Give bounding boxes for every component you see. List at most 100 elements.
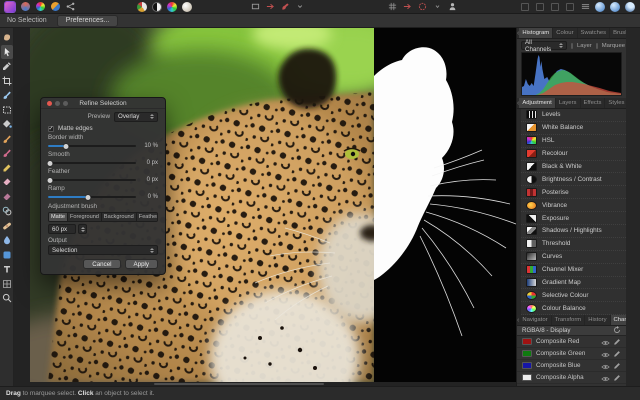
tone-mapping-persona-icon[interactable] [50,2,60,12]
apply-button[interactable]: Apply [125,259,158,269]
pixel-tool[interactable] [1,161,13,175]
quick-mask-icon[interactable] [417,2,427,12]
adjustment-item-recolour[interactable]: Recolour [521,148,626,161]
tab-histogram[interactable]: Histogram [519,28,553,38]
move-tool[interactable] [1,45,13,59]
arrange-back-icon[interactable] [520,2,530,12]
auto-contrast-icon[interactable] [152,2,162,12]
auto-levels-icon[interactable] [137,2,147,12]
brush-mode-background[interactable]: Background [102,213,137,221]
rotate-right-icon[interactable] [265,2,275,12]
horizontal-scrollbar[interactable] [154,383,324,385]
dialog-titlebar[interactable]: Refine Selection [41,98,165,109]
erase-brush-tool[interactable] [1,175,13,189]
brush-mode-feather[interactable]: Feather [137,213,158,221]
adjustment-item-channel-mixer[interactable]: Channel Mixer [521,264,626,277]
export-persona-icon[interactable] [65,2,75,12]
brush-size-field[interactable]: 60 px [48,224,76,234]
tab-colour[interactable]: Colour [553,28,577,38]
crop-tool[interactable] [1,74,13,88]
adjustment-item-white-balance[interactable]: White Balance [521,122,626,135]
clone-brush-tool[interactable] [1,204,13,218]
background-erase-tool[interactable] [1,190,13,204]
slider-track[interactable] [48,162,136,164]
tab-channels[interactable]: Channels [611,315,626,325]
brush-mode-foreground[interactable]: Foreground [68,213,102,221]
arrange-up-icon[interactable] [550,2,560,12]
slider-thumb[interactable] [47,161,52,166]
auto-white-balance-icon[interactable] [182,2,192,12]
mesh-warp-tool[interactable] [1,277,13,291]
blur-tool[interactable] [1,233,13,247]
dropdown-caret-icon[interactable] [432,2,442,12]
channel-select-dropdown[interactable]: All Channels [521,41,567,50]
develop-persona-icon[interactable] [35,2,45,12]
adjustment-item-curves[interactable]: Curves [521,251,626,264]
view-tool[interactable] [1,30,13,44]
flood-select-tool[interactable] [1,117,13,131]
text-tool[interactable] [1,262,13,276]
tab-adjustment[interactable]: Adjustment [519,98,555,108]
marquee-tool[interactable] [1,103,13,117]
preferences-button[interactable]: Preferences... [57,15,119,27]
colour-picker-tool[interactable] [1,59,13,73]
adjustment-item-black-white[interactable]: Black & White [521,161,626,174]
view-mode-1-icon[interactable] [595,2,605,12]
adjustment-item-threshold[interactable]: Threshold [521,238,626,251]
rotate-left-icon[interactable] [250,2,260,12]
tab-styles[interactable]: Styles [605,98,626,108]
cancel-button[interactable]: Cancel [83,259,120,269]
slider-thumb[interactable] [63,144,68,149]
brush-size-stepper[interactable] [78,224,87,234]
adjustment-item-colour-balance[interactable]: Colour Balance [521,302,626,315]
adjustment-item-hsl[interactable]: HSL [521,135,626,148]
visibility-eye-icon[interactable] [601,369,610,387]
arrange-down-icon[interactable] [535,2,545,12]
colour-replacement-brush-tool[interactable] [1,146,13,160]
slider-track[interactable] [48,179,136,181]
layer-checkbox[interactable] [571,43,573,49]
editable-pencil-icon[interactable] [613,369,621,387]
matte-edges-checkbox[interactable]: ✓ [48,126,54,132]
arrange-front-icon[interactable] [565,2,575,12]
tab-layers[interactable]: Layers [556,98,581,108]
tab-swatches[interactable]: Swatches [578,28,611,38]
move-forward-icon[interactable] [402,2,412,12]
shape-tool[interactable] [1,248,13,262]
brush-mode-matte[interactable]: Matte [49,213,68,221]
tab-brushes[interactable]: Brushes [610,28,626,38]
assistant-icon[interactable] [447,2,457,12]
insert-behaviour-icon[interactable] [295,2,305,12]
adjustment-item-posterise[interactable]: Posterise [521,186,626,199]
auto-colour-icon[interactable] [167,2,177,12]
output-dropdown[interactable]: Selection [48,245,158,255]
slider-track[interactable] [48,196,136,198]
grid-icon[interactable] [387,2,397,12]
adjustment-item-gradient-map[interactable]: Gradient Map [521,277,626,290]
view-mode-2-icon[interactable] [610,2,620,12]
photo-persona-icon[interactable] [5,2,15,12]
snapping-icon[interactable] [280,2,290,12]
adjustment-item-shadows-highlights[interactable]: Shadows / Highlights [521,225,626,238]
tab-transform[interactable]: Transform [552,315,586,325]
zoom-tool[interactable] [1,291,13,305]
preview-dropdown[interactable]: Overlay [114,112,158,122]
selection-brush-tool[interactable] [1,88,13,102]
liquify-persona-icon[interactable] [20,2,30,12]
hamburger-menu-icon[interactable] [580,2,590,12]
slider-track[interactable] [48,145,136,147]
view-mode-3-icon[interactable] [625,2,635,12]
tab-history[interactable]: History [585,315,610,325]
slider-thumb[interactable] [85,195,90,200]
adjustment-item-selective-colour[interactable]: Selective Colour [521,289,626,302]
adjustment-item-levels[interactable]: Levels [521,109,626,122]
document-canvas[interactable]: Refine Selection Preview Overlay ✓ [14,28,530,386]
tab-effects[interactable]: Effects [581,98,606,108]
channel-row-composite-alpha[interactable]: Composite Alpha [517,372,626,384]
paint-brush-tool[interactable] [1,132,13,146]
adjustment-item-vibrance[interactable]: Vibrance [521,199,626,212]
marquee-checkbox[interactable] [596,43,598,49]
adjustment-item-exposure[interactable]: Exposure [521,212,626,225]
tab-navigator[interactable]: Navigator [519,315,551,325]
slider-thumb[interactable] [47,178,52,183]
